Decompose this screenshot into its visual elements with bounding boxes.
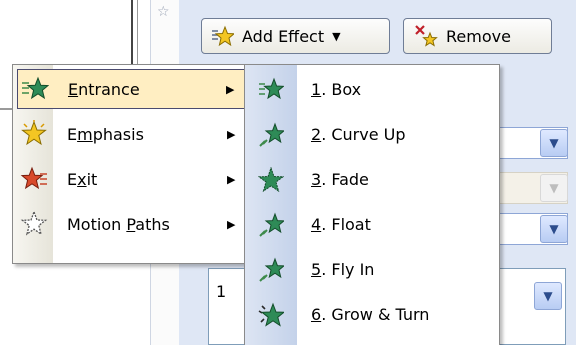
add-effect-button[interactable]: Add Effect ▼ [201,18,390,54]
add-effect-label: Add Effect [242,26,325,46]
curve-up-effect-icon [245,112,297,157]
menu-item-emphasis[interactable]: Emphasis ▶ [17,114,245,154]
box-effect-icon [245,67,297,112]
chevron-down-icon[interactable]: ▼ [540,129,568,157]
chevron-down-icon[interactable]: ▼ [540,215,568,243]
submenu-arrow-icon: ▶ [227,217,236,231]
menu-item-entrance[interactable]: Entrance ▶ [17,69,245,109]
emphasis-star-icon [19,119,49,149]
menu-item-fly-in[interactable]: 5. Fly In [245,247,499,292]
exit-star-icon [19,164,49,194]
remove-button[interactable]: Remove [403,18,552,54]
add-effect-star-icon [212,25,234,47]
chevron-down-icon: ▼ [540,174,568,202]
menu-item-motion-paths[interactable]: Motion Paths ▶ [17,204,245,244]
submenu-arrow-icon: ▶ [226,82,235,96]
menu-item-float[interactable]: 4. Float [245,202,499,247]
chevron-down-icon[interactable]: ▼ [534,282,562,310]
add-effect-menu: Entrance ▶ Emphasis ▶ Exit ▶ Motion Path… [12,64,250,264]
menu-item-grow-turn[interactable]: 6. Grow & Turn [245,292,499,337]
submenu-arrow-icon: ▶ [227,127,236,141]
menu-item-exit[interactable]: Exit ▶ [17,159,245,199]
menu-item-curve-up[interactable]: 2. Curve Up [245,112,499,157]
chevron-down-icon: ▼ [332,29,341,43]
menu-item-fade[interactable]: 3. Fade [245,157,499,202]
float-effect-icon [245,202,297,247]
pane-splitter-shadow [137,0,138,70]
list-item-number: 1 [216,282,227,301]
motion-paths-star-icon [19,209,49,239]
faded-star-icon: ☆ [157,4,170,20]
remove-label: Remove [446,26,511,46]
menu-item-box[interactable]: 1. Box [245,67,499,112]
fly-in-effect-icon [245,247,297,292]
pane-splitter[interactable] [131,0,133,70]
entrance-star-icon [20,74,50,104]
fade-effect-icon [245,157,297,202]
entrance-submenu: 1. Box 2. Curve Up 3. Fade 4. Float 5. F… [244,64,500,345]
submenu-arrow-icon: ▶ [227,172,236,186]
grow-turn-effect-icon [245,292,297,337]
remove-effect-icon [415,25,438,47]
